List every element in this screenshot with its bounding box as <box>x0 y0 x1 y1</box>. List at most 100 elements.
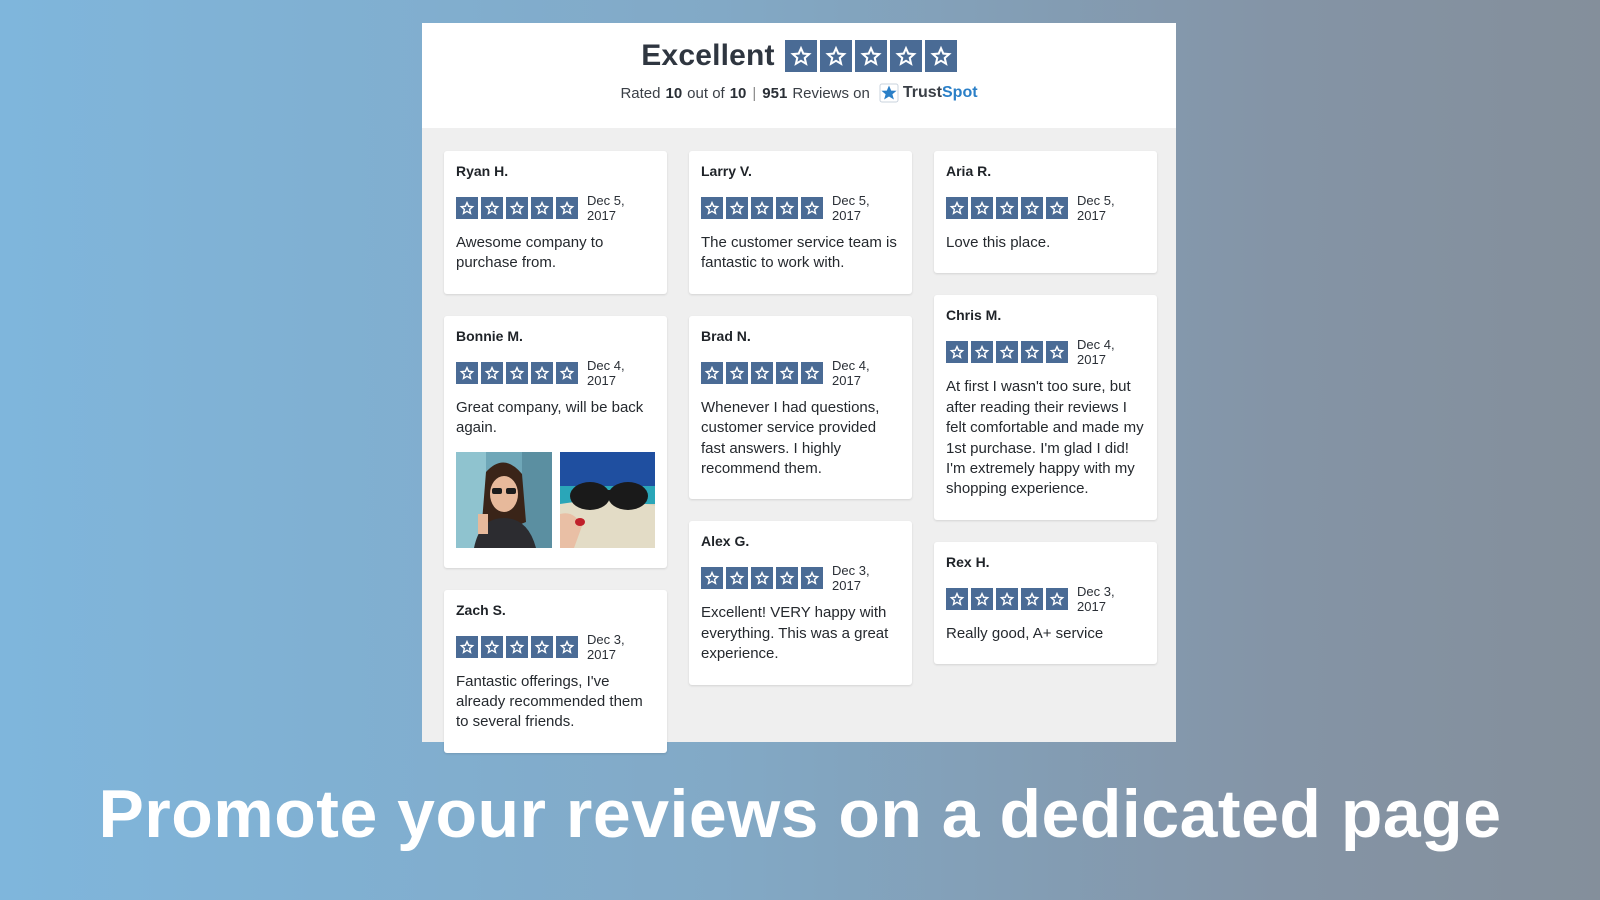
review-date: Dec 4, 2017 <box>832 357 870 388</box>
star-icon <box>946 587 968 610</box>
review-card: Bonnie M. Dec 4, 2017 Great company, wil… <box>444 315 667 568</box>
star-icon <box>726 567 748 590</box>
reviewer-name: Rex H. <box>946 553 990 570</box>
star-icon <box>801 361 823 384</box>
review-stars <box>946 341 1068 364</box>
star-icon <box>776 361 798 384</box>
review-card: Chris M. Dec 4, 2017 At first I wasn't t… <box>934 295 1157 520</box>
star-icon <box>456 361 478 384</box>
star-icon <box>801 197 823 219</box>
star-icon <box>506 635 528 658</box>
review-stars <box>701 567 823 590</box>
review-date: Dec 5, 2017 <box>1077 193 1115 223</box>
photo-sunglasses-beach[interactable] <box>559 451 655 548</box>
reviewer-name: Brad N. <box>701 327 751 344</box>
star-icon <box>776 197 798 219</box>
review-stars <box>701 197 823 219</box>
star-icon <box>556 361 578 384</box>
review-count: 951 <box>762 84 788 102</box>
review-card: Brad N. Dec 4, 2017 Whenever I had quest… <box>689 315 912 500</box>
review-date: Dec 5, 2017 <box>832 193 870 223</box>
review-date: Dec 5, 2017 <box>587 193 625 223</box>
star-icon <box>531 635 553 658</box>
review-stars <box>456 361 578 384</box>
review-text: Awesome company to purchase from. <box>456 234 604 272</box>
review-text: Really good, A+ service <box>946 624 1104 642</box>
review-card: Ryan H. Dec 5, 2017 Awesome company to p… <box>444 151 667 294</box>
star-icon <box>701 197 723 219</box>
star-icon <box>946 197 968 219</box>
rated-prefix: Rated <box>620 84 661 102</box>
review-card: Zach S. Dec 3, 2017 Fantastic offerings,… <box>444 589 667 753</box>
rating-summary: Rated 10 out of 10 | 951 Reviews on Trus… <box>422 83 1176 103</box>
reviewer-name: Ryan H. <box>456 163 509 179</box>
review-text: Excellent! VERY happy with everything. T… <box>701 604 889 663</box>
star-icon <box>819 40 852 72</box>
review-rating-row: Dec 4, 2017 <box>946 337 1145 367</box>
star-icon <box>456 635 478 658</box>
review-column-1: Ryan H. Dec 5, 2017 Awesome company to p… <box>444 151 667 753</box>
review-rating-row: Dec 4, 2017 <box>456 358 655 388</box>
review-column-2: Larry V. Dec 5, 2017 The customer servic… <box>689 151 912 753</box>
review-text: Love this place. <box>946 234 1051 251</box>
review-columns: Ryan H. Dec 5, 2017 Awesome company to p… <box>444 151 1157 753</box>
star-icon <box>481 361 503 384</box>
review-column-3: Aria R. Dec 5, 2017 Love this place. Chr… <box>934 151 1157 753</box>
review-photos <box>456 451 655 548</box>
star-icon <box>946 341 968 364</box>
review-stars <box>456 197 578 219</box>
review-date: Dec 3, 2017 <box>832 563 870 594</box>
reviewer-name: Chris M. <box>946 307 1002 324</box>
star-icon <box>556 635 578 658</box>
star-icon <box>751 197 773 219</box>
star-icon <box>924 40 957 72</box>
rating-title: Excellent <box>641 39 775 72</box>
star-icon <box>556 197 578 219</box>
reviewer-name: Alex G. <box>701 533 750 550</box>
star-icon <box>751 567 773 590</box>
widget-header: Excellent Rated 10 out of 10 | 951 Revie… <box>422 23 1176 128</box>
star-icon <box>784 40 817 72</box>
star-icon <box>1046 197 1068 219</box>
promo-caption: Promote your reviews on a dedicated page <box>98 776 1502 852</box>
brand-trust: Trust <box>902 84 942 101</box>
star-icon <box>506 197 528 219</box>
star-icon <box>456 197 478 219</box>
star-icon <box>531 197 553 219</box>
review-card: Alex G. Dec 3, 2017 Excellent! VERY happ… <box>689 521 912 685</box>
star-icon <box>481 197 503 219</box>
star-icon <box>751 361 773 384</box>
photo-woman-sunglasses[interactable] <box>456 451 552 548</box>
rated-middle: out of <box>687 84 725 102</box>
review-date: Dec 4, 2017 <box>1077 337 1115 368</box>
star-icon <box>801 567 823 590</box>
overall-stars <box>784 40 957 72</box>
star-icon <box>1046 341 1068 364</box>
star-icon <box>1021 341 1043 364</box>
star-icon <box>996 587 1018 610</box>
trustspot-logo[interactable]: Trust Spot <box>879 83 978 103</box>
star-icon <box>776 567 798 590</box>
rated-max: 10 <box>729 84 747 102</box>
review-stars <box>946 587 1068 610</box>
review-rating-row: Dec 5, 2017 <box>946 193 1145 223</box>
review-rating-row: Dec 3, 2017 <box>946 584 1145 614</box>
reviewer-name: Larry V. <box>701 163 752 179</box>
review-text: Great company, will be back again. <box>456 398 644 437</box>
star-icon <box>481 635 503 658</box>
star-icon <box>971 587 993 610</box>
star-icon <box>1046 587 1068 610</box>
star-icon <box>701 361 723 384</box>
rated-value: 10 <box>665 84 683 102</box>
review-text: Fantastic offerings, I've already recomm… <box>456 672 643 731</box>
star-icon <box>506 361 528 384</box>
star-icon <box>1021 197 1043 219</box>
star-icon <box>996 197 1018 219</box>
review-date: Dec 3, 2017 <box>587 631 625 662</box>
trustspot-star-icon <box>879 83 899 103</box>
review-text: The customer service team is fantastic t… <box>701 234 897 272</box>
review-date: Dec 3, 2017 <box>1077 583 1115 614</box>
review-rating-row: Dec 3, 2017 <box>701 563 900 593</box>
overall-rating: Excellent <box>422 39 1176 73</box>
review-stars <box>946 197 1068 219</box>
